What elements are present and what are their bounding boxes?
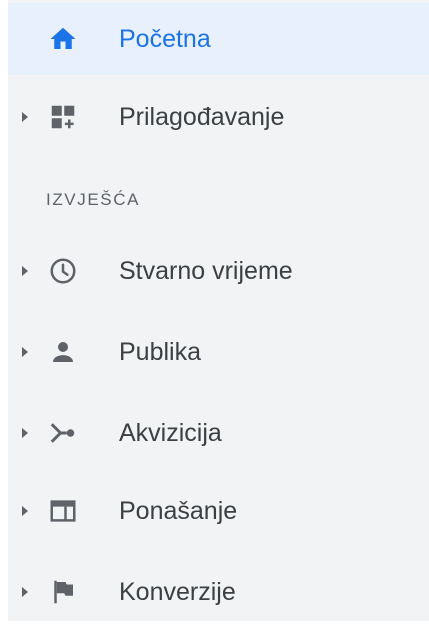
home-icon xyxy=(46,22,80,56)
nav-item-label: Akvizicija xyxy=(119,418,222,447)
nav-item-behavior[interactable]: Ponašanje xyxy=(8,475,429,547)
nav-item-acquisition[interactable]: Akvizicija xyxy=(8,397,429,469)
flag-icon xyxy=(46,575,80,609)
sidebar-nav: Početna Prilagođavanje IZVJEŠĆA Stvarno … xyxy=(8,0,429,621)
nav-item-home[interactable]: Početna xyxy=(8,3,429,75)
expand-arrow-icon[interactable] xyxy=(22,112,28,122)
nav-item-label: Konverzije xyxy=(119,577,236,606)
expand-arrow-icon[interactable] xyxy=(22,428,28,438)
nav-item-label: Stvarno vrijeme xyxy=(119,256,293,285)
nav-item-customization[interactable]: Prilagođavanje xyxy=(8,81,429,153)
dashboard-add-icon xyxy=(46,100,80,134)
acquisition-icon xyxy=(46,416,80,450)
behavior-icon xyxy=(46,494,80,528)
expand-arrow-icon[interactable] xyxy=(22,506,28,516)
nav-item-audience[interactable]: Publika xyxy=(8,316,429,388)
expand-arrow-icon[interactable] xyxy=(22,347,28,357)
expand-arrow-icon[interactable] xyxy=(22,266,28,276)
nav-item-conversions[interactable]: Konverzije xyxy=(8,556,429,628)
person-icon xyxy=(46,335,80,369)
nav-item-label: Prilagođavanje xyxy=(119,102,285,131)
nav-item-label: Početna xyxy=(119,24,211,53)
nav-item-label: Ponašanje xyxy=(119,496,238,525)
clock-icon xyxy=(46,254,80,288)
expand-arrow-icon[interactable] xyxy=(22,587,28,597)
section-title: IZVJEŠĆA xyxy=(46,190,141,209)
nav-item-label: Publika xyxy=(119,337,201,366)
nav-item-realtime[interactable]: Stvarno vrijeme xyxy=(8,235,429,307)
